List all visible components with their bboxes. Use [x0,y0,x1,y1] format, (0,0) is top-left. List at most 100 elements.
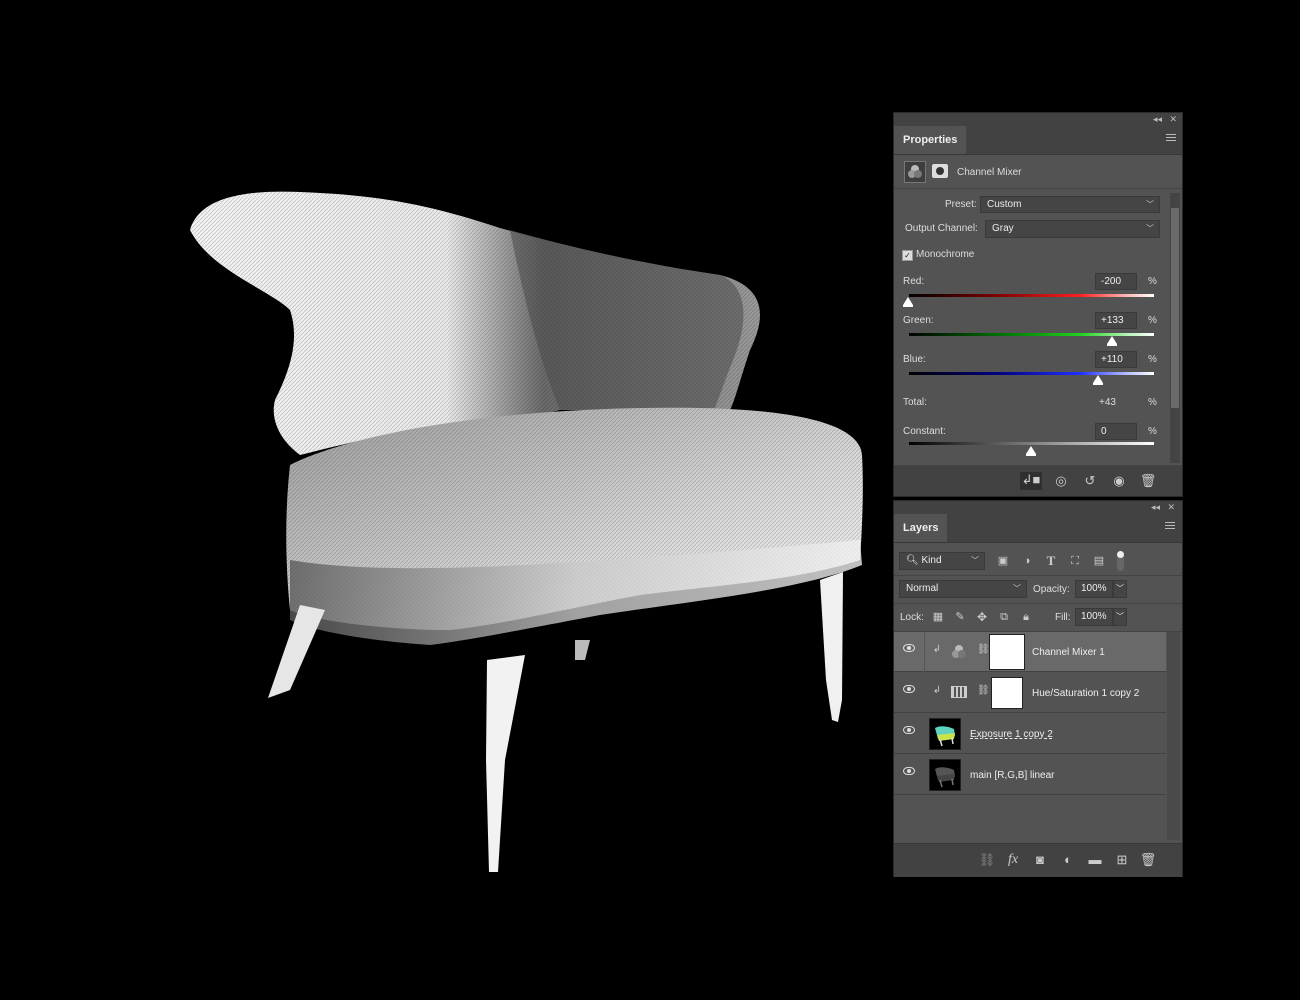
total-value: +43 [1099,397,1116,408]
collapse-icon[interactable]: ◂◂ [1151,501,1160,514]
filter-toggle-icon[interactable] [1117,551,1124,571]
layer-name[interactable]: Channel Mixer 1 [1032,647,1105,658]
layers-list: ↲ ⛓ Channel Mixer 1 ↲ ⛓ Hue/Saturation 1… [894,632,1184,842]
chevron-down-icon: ﹀ [1116,584,1124,593]
layer-row[interactable]: ↲ ⛓ Channel Mixer 1 [894,632,1166,672]
panel-menu-icon[interactable] [1165,522,1175,531]
add-mask-icon[interactable]: ◙ [1031,852,1049,868]
clip-to-layer-icon[interactable]: ↲■ [1020,472,1042,490]
properties-bottom-bar: ↲■ ◎ ↺ ◉ 🗑 [894,466,1182,496]
total-percent: % [1148,397,1157,408]
constant-slider-thumb[interactable] [1026,446,1036,456]
panel-menu-icon[interactable] [1166,134,1176,143]
smart-object-filter-icon[interactable]: ▤ [1091,553,1107,569]
red-slider-thumb[interactable] [903,297,913,307]
lock-artboard-icon[interactable]: ⧉ [997,609,1011,625]
visibility-eye-icon[interactable] [903,685,915,693]
delete-icon[interactable]: 🗑 [1137,473,1159,489]
layer-mask-thumbnail[interactable] [991,677,1023,709]
opacity-field[interactable]: 100% [1075,580,1113,598]
green-slider-track[interactable] [909,333,1154,336]
constant-percent: % [1148,426,1157,437]
lock-pixels-icon[interactable]: ✎ [953,609,967,625]
constant-value-field[interactable]: 0 [1095,423,1137,440]
tab-layers[interactable]: Layers [894,514,948,542]
properties-scrollbar[interactable] [1170,193,1180,463]
monochrome-checkbox[interactable]: ✓ [902,250,913,261]
hue-saturation-icon [951,686,967,698]
fx-icon[interactable]: fx [1004,852,1022,868]
layer-mask-icon[interactable] [932,164,948,178]
properties-tab-row: Properties [894,126,1182,155]
tab-properties[interactable]: Properties [894,126,967,154]
red-value-field[interactable]: -200 [1095,273,1137,290]
layer-name[interactable]: Hue/Saturation 1 copy 2 [1032,688,1139,699]
collapse-icon[interactable]: ◂◂ [1153,113,1162,126]
fill-dropdown-button[interactable]: ﹀ [1113,608,1127,626]
panel-titlebar[interactable]: ◂◂ ✕ [894,501,1182,514]
new-group-icon[interactable]: ▬ [1086,852,1104,868]
layer-mask-thumbnail[interactable] [989,634,1025,670]
constant-label: Constant: [903,426,946,437]
layer-row[interactable]: Exposure 1 copy 2 [894,714,1166,754]
red-percent: % [1148,276,1157,287]
search-icon: 🔍︎ [906,555,919,566]
red-slider-track[interactable] [909,294,1154,297]
chain-link-icon[interactable]: ⛓ [977,683,990,699]
shape-filter-icon[interactable]: ⛶ [1067,553,1083,569]
scrollbar-thumb[interactable] [1171,208,1179,408]
layer-filter-dropdown[interactable]: 🔍︎ Kind ﹀ [899,552,985,570]
delete-layer-icon[interactable]: 🗑 [1139,852,1157,868]
output-channel-value: Gray [992,223,1014,234]
layer-thumbnail[interactable] [929,759,961,791]
close-icon[interactable]: ✕ [1167,501,1175,514]
layers-bottom-bar: ⛓ fx ◙ ◐ ▬ ⊞ 🗑 [894,843,1182,877]
output-channel-label: Output Channel: [905,223,978,234]
blend-mode-dropdown[interactable]: Normal ﹀ [899,580,1027,598]
layer-name[interactable]: Exposure 1 copy 2 [970,729,1053,740]
visibility-eye-icon[interactable] [903,767,915,775]
lock-label: Lock: [900,612,924,623]
new-adjustment-icon[interactable]: ◐ [1059,852,1077,868]
layer-filter-value: Kind [921,555,942,566]
blue-slider-track[interactable] [909,372,1154,375]
close-icon[interactable]: ✕ [1169,113,1177,126]
blend-mode-value: Normal [906,583,939,594]
view-previous-icon[interactable]: ◎ [1050,473,1072,489]
adjustment-name: Channel Mixer [957,167,1022,178]
channel-mixer-adjustment-icon[interactable] [904,161,926,183]
chain-link-icon[interactable]: ⛓ [977,642,990,658]
panel-titlebar[interactable]: ◂◂ ✕ [894,113,1182,126]
output-channel-dropdown[interactable]: Gray ﹀ [985,220,1160,238]
image-filter-icon[interactable]: ▣ [995,553,1011,569]
blue-value-field[interactable]: +110 [1095,351,1137,368]
document-canvas[interactable] [0,0,880,1000]
green-slider-thumb[interactable] [1107,336,1117,346]
green-value-field[interactable]: +133 [1095,312,1137,329]
type-filter-icon[interactable]: T [1043,553,1059,569]
visibility-eye-icon[interactable] [903,726,915,734]
blue-slider-thumb[interactable] [1093,375,1103,385]
preset-label: Preset: [945,199,977,210]
lock-position-icon[interactable]: ✥ [975,609,989,625]
layer-row[interactable]: main [R,G,B] linear [894,755,1166,795]
layer-thumbnail[interactable] [929,718,961,750]
layers-scrollbar[interactable] [1167,632,1180,840]
opacity-dropdown-button[interactable]: ﹀ [1113,580,1127,598]
layer-row[interactable]: ↲ ⛓ Hue/Saturation 1 copy 2 [894,673,1166,713]
link-layers-icon[interactable]: ⛓ [978,852,996,868]
opacity-label: Opacity: [1033,584,1070,595]
fill-field[interactable]: 100% [1075,608,1113,626]
clipping-arrow-icon: ↲ [932,644,942,655]
new-layer-icon[interactable]: ⊞ [1113,852,1131,868]
preset-dropdown[interactable]: Custom ﹀ [980,196,1160,213]
layer-name[interactable]: main [R,G,B] linear [970,770,1054,781]
channel-mixer-icon [949,642,969,662]
visibility-icon[interactable]: ◉ [1108,473,1130,489]
reset-icon[interactable]: ↺ [1079,473,1101,489]
constant-slider-track[interactable] [909,442,1154,445]
adjustment-filter-icon[interactable]: ◑ [1019,553,1035,569]
visibility-eye-icon[interactable] [903,644,915,652]
lock-transparent-icon[interactable]: ▦ [931,609,945,625]
lock-all-icon[interactable]: 🔒︎ [1019,609,1033,625]
